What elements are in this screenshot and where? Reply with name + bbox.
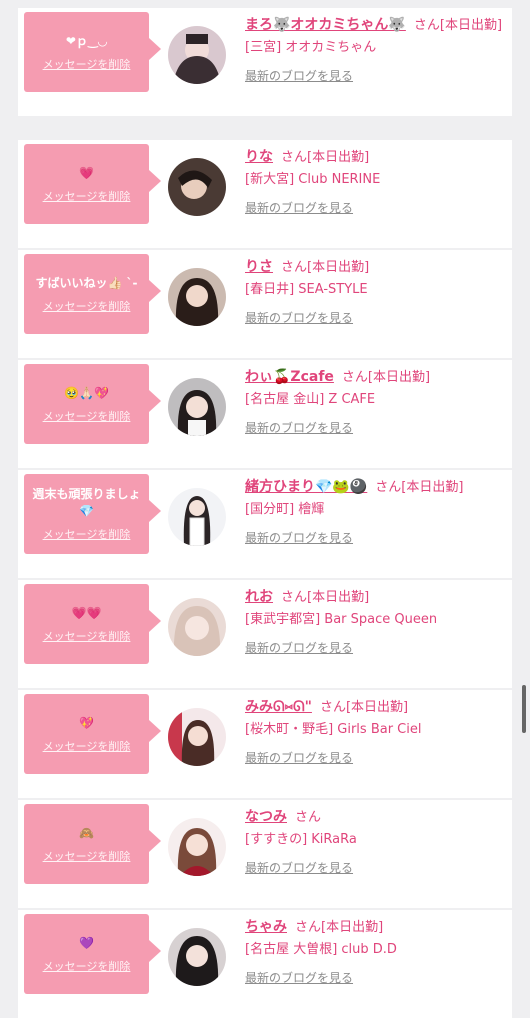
message-text: 🙈 <box>79 825 94 840</box>
message-text: 週末も頑張りましょ💎 <box>32 487 141 518</box>
avatar[interactable] <box>168 598 226 656</box>
avatar[interactable] <box>168 928 226 986</box>
shop-name: [名古屋 大曽根] club D.D <box>245 942 397 957</box>
delete-message-link[interactable]: メッセージを削除 <box>43 628 131 644</box>
shop-name: [名古屋 金山] Z CAFE <box>245 392 376 407</box>
message-text: 💗 <box>79 165 94 180</box>
cast-name-link[interactable]: りさ <box>245 259 273 275</box>
latest-blog-link[interactable]: 最新のブログを見る <box>245 65 503 87</box>
shop-name: [春日井] SEA-STYLE <box>245 282 368 297</box>
shop-name: [国分町] 檜輝 <box>245 502 325 517</box>
message-text: 💜 <box>79 935 94 950</box>
cast-name-link[interactable]: れお <box>245 589 273 605</box>
cast-name-link[interactable]: 緒方ひまり💎🐸🎱 <box>245 479 367 495</box>
list-item: すばいいねッ👍🏻 `- メッセージを削除 りさ さん[本日出勤] [春日井] SE… <box>18 250 512 358</box>
list-item: 🥹🙏🏻💖 メッセージを削除 わぃ🍒Zcafe さん[本日出勤] [名古屋 金山] … <box>18 360 512 468</box>
list-item: 💗 メッセージを削除 りな さん[本日出勤] [新大宮] Club NERINE … <box>18 140 512 248</box>
list-item: 💜 メッセージを削除 ちゃみ さん[本日出勤] [名古屋 大曽根] club D.… <box>18 910 512 1018</box>
status-text: さん[本日出勤] <box>281 590 370 605</box>
latest-blog-link[interactable]: 最新のブログを見る <box>245 637 503 659</box>
avatar[interactable] <box>168 818 226 876</box>
list-item: ❤︎ｐ‿◡ メッセージを削除 まろ🐺オオカミちゃん🐺 さん[本日出勤] [三宮] … <box>18 8 512 116</box>
delete-message-link[interactable]: メッセージを削除 <box>43 738 131 754</box>
scrollbar[interactable] <box>522 685 526 733</box>
shop-name: [新大宮] Club NERINE <box>245 172 381 187</box>
status-text: さん[本日出勤] <box>295 920 384 935</box>
shop-name: [桜木町・野毛] Girls Bar Ciel <box>245 722 422 737</box>
message-bubble: 💗 メッセージを削除 <box>24 144 161 224</box>
message-text: 🥹🙏🏻💖 <box>64 385 109 400</box>
latest-blog-link[interactable]: 最新のブログを見る <box>245 527 503 549</box>
status-text: さん[本日出勤] <box>375 480 464 495</box>
delete-message-link[interactable]: メッセージを削除 <box>43 526 131 542</box>
shop-name: [三宮] オオカミちゃん <box>245 40 377 55</box>
status-text: さん[本日出勤] <box>281 150 370 165</box>
delete-message-link[interactable]: メッセージを削除 <box>43 56 131 72</box>
message-bubble: 🥹🙏🏻💖 メッセージを削除 <box>24 364 161 444</box>
cast-name-link[interactable]: まろ🐺オオカミちゃん🐺 <box>245 17 406 33</box>
list-item: 💗💗 メッセージを削除 れお さん[本日出勤] [東武宇都宮] Bar Space… <box>18 580 512 688</box>
latest-blog-link[interactable]: 最新のブログを見る <box>245 197 503 219</box>
message-text: 💖 <box>79 715 94 730</box>
latest-blog-link[interactable]: 最新のブログを見る <box>245 747 503 769</box>
cast-name-link[interactable]: わぃ🍒Zcafe <box>245 369 334 385</box>
latest-blog-link[interactable]: 最新のブログを見る <box>245 967 503 989</box>
message-bubble: 週末も頑張りましょ💎 メッセージを削除 <box>24 474 161 554</box>
avatar[interactable] <box>168 708 226 766</box>
cast-name-link[interactable]: みみᘏ⑅ᘏ" <box>245 699 312 715</box>
message-bubble: 💗💗 メッセージを削除 <box>24 584 161 664</box>
list-item: 💖 メッセージを削除 みみᘏ⑅ᘏ" さん[本日出勤] [桜木町・野毛] Girls… <box>18 690 512 798</box>
avatar[interactable] <box>168 158 226 216</box>
message-bubble: 🙈 メッセージを削除 <box>24 804 161 884</box>
avatar[interactable] <box>168 26 226 84</box>
shop-name: [すすきの] KiRaRa <box>245 832 357 847</box>
cast-name-link[interactable]: なつみ <box>245 809 287 825</box>
list-item: 🙈 メッセージを削除 なつみ さん [すすきの] KiRaRa 最新のブログを見る <box>18 800 512 908</box>
latest-blog-link[interactable]: 最新のブログを見る <box>245 417 503 439</box>
latest-blog-link[interactable]: 最新のブログを見る <box>245 857 503 879</box>
avatar[interactable] <box>168 268 226 326</box>
message-text: 💗💗 <box>71 605 102 620</box>
avatar[interactable] <box>168 378 226 436</box>
delete-message-link[interactable]: メッセージを削除 <box>43 408 131 424</box>
status-text: さん[本日出勤] <box>413 18 503 33</box>
status-text: さん[本日出勤] <box>341 370 431 385</box>
delete-message-link[interactable]: メッセージを削除 <box>43 958 131 974</box>
delete-message-link[interactable]: メッセージを削除 <box>43 188 131 204</box>
status-text: さん[本日出勤] <box>281 260 370 275</box>
message-bubble: 💖 メッセージを削除 <box>24 694 161 774</box>
message-text: すばいいねッ👍🏻 `- <box>35 275 138 290</box>
message-bubble: すばいいねッ👍🏻 `- メッセージを削除 <box>24 254 161 334</box>
message-text: ❤︎ｐ‿◡ <box>65 33 108 48</box>
avatar[interactable] <box>168 488 226 546</box>
status-text: さん <box>295 810 322 825</box>
cast-name-link[interactable]: りな <box>245 149 273 165</box>
cast-name-link[interactable]: ちゃみ <box>245 919 287 935</box>
list-item: 週末も頑張りましょ💎 メッセージを削除 緒方ひまり💎🐸🎱 さん[本日出勤] [国分… <box>18 470 512 578</box>
shop-name: [東武宇都宮] Bar Space Queen <box>245 612 438 627</box>
status-text: さん[本日出勤] <box>319 700 409 715</box>
delete-message-link[interactable]: メッセージを削除 <box>43 848 131 864</box>
delete-message-link[interactable]: メッセージを削除 <box>43 298 131 314</box>
message-bubble: ❤︎ｐ‿◡ メッセージを削除 <box>24 12 161 92</box>
message-bubble: 💜 メッセージを削除 <box>24 914 161 994</box>
latest-blog-link[interactable]: 最新のブログを見る <box>245 307 503 329</box>
